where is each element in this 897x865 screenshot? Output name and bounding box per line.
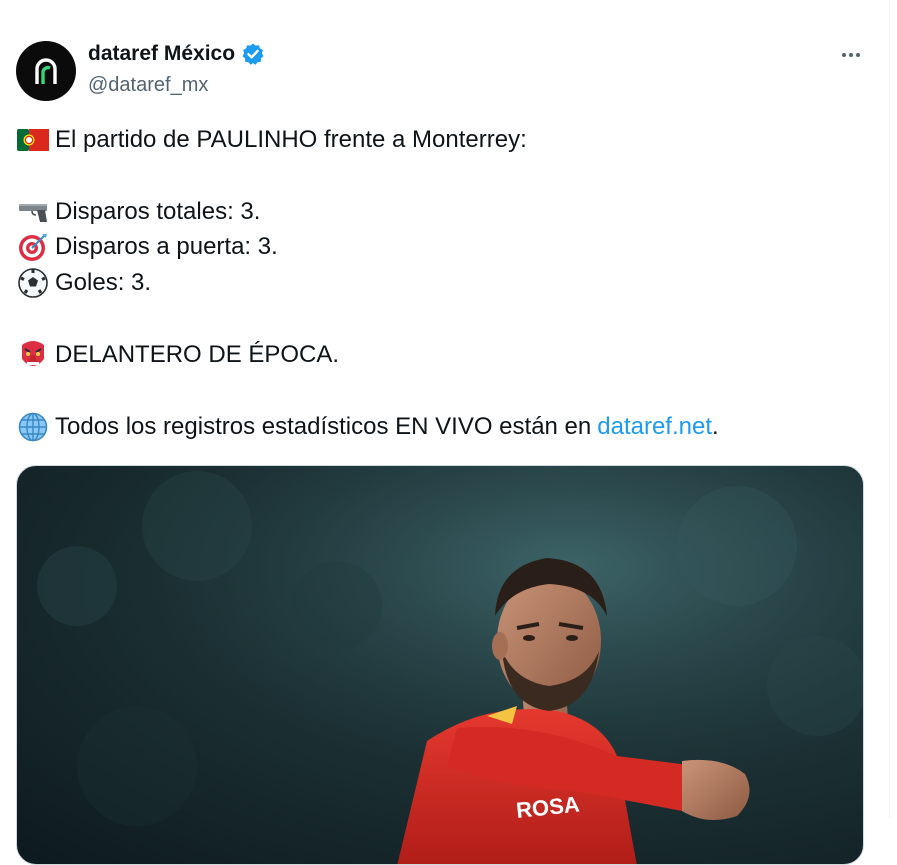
direct-hit-icon [16, 233, 49, 261]
author-name[interactable]: dataref México [88, 42, 235, 66]
more-dot [856, 53, 860, 57]
soccer-ball-icon [16, 268, 49, 298]
goblin-mask-icon [16, 341, 49, 369]
tweet-line-1: El partido de PAULINHO frente a Monterre… [16, 126, 527, 154]
author-name-row[interactable]: dataref México [88, 42, 265, 66]
tweet-line-5: DELANTERO DE ÉPOCA. [16, 341, 339, 369]
tweet-media-image[interactable]: ROSA [16, 465, 864, 865]
portugal-flag-icon [16, 126, 49, 154]
tweet-line-text: El partido de PAULINHO frente a Monterre… [55, 126, 527, 153]
pistol-icon [16, 198, 49, 226]
dataref-link[interactable]: dataref.net [597, 413, 712, 441]
globe-icon [16, 412, 49, 442]
more-dot [849, 53, 853, 57]
tweet-line-text: Goles: 3. [55, 269, 152, 296]
tweet-line-text: Todos los registros estadísticos EN VIVO… [55, 413, 592, 440]
author-handle[interactable]: @dataref_mx [88, 74, 208, 97]
author-avatar[interactable] [16, 41, 76, 101]
more-dot [842, 53, 846, 57]
tweet-line-suffix: . [712, 413, 719, 440]
tweet-line-2: Disparos totales: 3. [16, 198, 260, 226]
tweet-line-text: Disparos a puerta: 3. [55, 233, 278, 260]
tweet-line-text: Disparos totales: 3. [55, 198, 261, 225]
tweet-card[interactable]: dataref México @dataref_mx El partido de… [0, 0, 890, 865]
tweet-line-text: DELANTERO DE ÉPOCA. [55, 341, 340, 368]
verified-badge-icon [242, 43, 264, 65]
tweet-line-4: Goles: 3. [16, 268, 152, 298]
tweet-line-6: Todos los registros estadísticos EN VIVO… [16, 412, 719, 442]
more-options-button[interactable] [832, 40, 870, 70]
dataref-logo-icon [35, 58, 57, 84]
player-photo: ROSA [17, 466, 863, 864]
tweet-line-3: Disparos a puerta: 3. [16, 233, 278, 261]
